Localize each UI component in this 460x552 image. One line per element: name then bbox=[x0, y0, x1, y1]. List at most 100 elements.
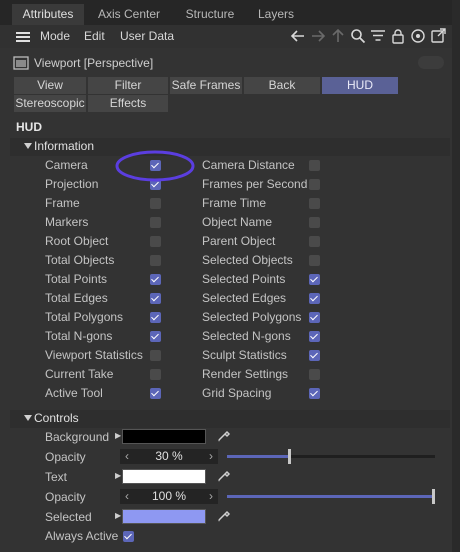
text-label: Text bbox=[45, 470, 68, 484]
forward-arrow-icon[interactable] bbox=[310, 28, 326, 44]
chevron-right-icon[interactable]: ▶ bbox=[115, 431, 121, 440]
tab-axis-center[interactable]: Axis Center bbox=[90, 4, 168, 25]
total-objects-checkbox[interactable] bbox=[150, 255, 161, 266]
hamburger-menu-icon[interactable] bbox=[15, 29, 31, 45]
parent-object-checkbox[interactable] bbox=[309, 236, 320, 247]
render-settings-label: Render Settings bbox=[202, 367, 289, 381]
selected-polygons-label: Selected Polygons bbox=[202, 310, 302, 324]
camera-distance-checkbox[interactable] bbox=[309, 160, 320, 171]
panel-edge bbox=[452, 0, 460, 552]
menu-edit[interactable]: Edit bbox=[84, 29, 105, 43]
always-active-checkbox[interactable] bbox=[123, 531, 134, 542]
selected-edges-label: Selected Edges bbox=[202, 291, 287, 305]
frames-per-second-checkbox[interactable] bbox=[309, 179, 320, 190]
camera-distance-label: Camera Distance bbox=[202, 158, 295, 172]
background-label: Background bbox=[45, 430, 110, 444]
tab-structure[interactable]: Structure bbox=[176, 4, 244, 25]
chevron-right-icon[interactable]: ▶ bbox=[115, 471, 121, 480]
render-settings-checkbox[interactable] bbox=[309, 369, 320, 380]
button-filter[interactable]: Filter bbox=[88, 77, 168, 94]
viewport-statistics-label: Viewport Statistics bbox=[45, 348, 143, 362]
frame-label: Frame bbox=[45, 196, 80, 210]
search-icon[interactable] bbox=[350, 28, 366, 44]
background-color-swatch[interactable] bbox=[122, 429, 206, 444]
up-arrow-icon[interactable] bbox=[330, 28, 346, 44]
grid-spacing-checkbox[interactable] bbox=[309, 388, 320, 399]
opacity-value: 30 % bbox=[155, 449, 183, 463]
total-polygons-label: Total Polygons bbox=[45, 310, 124, 324]
opacity-label: Opacity bbox=[45, 450, 86, 464]
annotation-circle bbox=[115, 150, 195, 182]
total-edges-checkbox[interactable] bbox=[150, 293, 161, 304]
target-icon[interactable] bbox=[410, 28, 426, 44]
frame-checkbox[interactable] bbox=[150, 198, 161, 209]
object-name-checkbox[interactable] bbox=[309, 217, 320, 228]
opacity-value: 100 % bbox=[151, 489, 187, 503]
button-view[interactable]: View bbox=[14, 77, 86, 94]
button-effects[interactable]: Effects bbox=[88, 95, 168, 112]
new-window-icon[interactable] bbox=[430, 28, 446, 44]
button-stereoscopic[interactable]: Stereoscopic bbox=[14, 95, 86, 112]
opacity-slider-handle[interactable] bbox=[432, 489, 435, 504]
opacity-slider-handle[interactable] bbox=[288, 449, 292, 464]
back-arrow-icon[interactable] bbox=[290, 28, 306, 44]
root-object-checkbox[interactable] bbox=[150, 236, 161, 247]
opacity-slider[interactable] bbox=[227, 455, 435, 458]
always-active-label: Always Active bbox=[45, 529, 119, 543]
viewport-title: Viewport [Perspective] bbox=[34, 56, 154, 70]
object-title-row: Viewport [Perspective] bbox=[0, 50, 460, 74]
opacity-field[interactable]: ‹ 100 % › bbox=[120, 489, 218, 504]
text-color-swatch[interactable] bbox=[122, 469, 206, 484]
tab-bar: Attributes Axis Center Structure Layers bbox=[0, 0, 460, 25]
object-name-label: Object Name bbox=[202, 215, 273, 229]
increment-icon[interactable]: › bbox=[209, 449, 213, 464]
selected-edges-checkbox[interactable] bbox=[309, 293, 320, 304]
lock-icon[interactable] bbox=[390, 28, 406, 44]
viewport-statistics-checkbox[interactable] bbox=[150, 350, 161, 361]
increment-icon[interactable]: › bbox=[209, 489, 213, 504]
menu-bar: Mode Edit User Data bbox=[0, 25, 460, 48]
selected-polygons-checkbox[interactable] bbox=[309, 312, 320, 323]
total-edges-label: Total Edges bbox=[45, 291, 108, 305]
toggle-pill[interactable] bbox=[418, 56, 444, 69]
selected-points-label: Selected Points bbox=[202, 272, 286, 286]
expand-triangle-icon[interactable] bbox=[24, 143, 32, 150]
frames-per-second-label: Frames per Second bbox=[202, 177, 308, 191]
root-object-label: Root Object bbox=[45, 234, 109, 248]
frame-time-checkbox[interactable] bbox=[309, 198, 320, 209]
button-back[interactable]: Back bbox=[244, 77, 320, 94]
opacity-label: Opacity bbox=[45, 490, 86, 504]
active-tool-checkbox[interactable] bbox=[150, 388, 161, 399]
current-take-label: Current Take bbox=[45, 367, 114, 381]
selected-label: Selected bbox=[45, 510, 92, 524]
total-n-gons-label: Total N-gons bbox=[45, 329, 113, 343]
filter-icon[interactable] bbox=[370, 28, 386, 44]
chevron-right-icon[interactable]: ▶ bbox=[115, 511, 121, 520]
button-hud[interactable]: HUD bbox=[322, 77, 398, 94]
viewport-icon bbox=[13, 56, 29, 70]
opacity-slider[interactable] bbox=[227, 495, 435, 498]
sculpt-statistics-checkbox[interactable] bbox=[309, 350, 320, 361]
current-take-checkbox[interactable] bbox=[150, 369, 161, 380]
markers-checkbox[interactable] bbox=[150, 217, 161, 228]
total-points-checkbox[interactable] bbox=[150, 274, 161, 285]
total-n-gons-checkbox[interactable] bbox=[150, 331, 161, 342]
selected-color-swatch[interactable] bbox=[122, 509, 206, 524]
eyedropper-icon[interactable] bbox=[217, 508, 231, 522]
eyedropper-icon[interactable] bbox=[217, 468, 231, 482]
eyedropper-icon[interactable] bbox=[217, 428, 231, 442]
selected-n-gons-checkbox[interactable] bbox=[309, 331, 320, 342]
grid-spacing-label: Grid Spacing bbox=[202, 386, 272, 400]
tab-layers[interactable]: Layers bbox=[250, 4, 302, 25]
opacity-field[interactable]: ‹ 30 % › bbox=[120, 449, 218, 464]
selected-objects-checkbox[interactable] bbox=[309, 255, 320, 266]
selected-points-checkbox[interactable] bbox=[309, 274, 320, 285]
button-safe-frames[interactable]: Safe Frames bbox=[170, 77, 242, 94]
sculpt-statistics-label: Sculpt Statistics bbox=[202, 348, 287, 362]
opacity-slider-fill bbox=[227, 495, 435, 498]
menu-user-data[interactable]: User Data bbox=[120, 29, 174, 43]
expand-triangle-icon[interactable] bbox=[24, 415, 32, 422]
menu-mode[interactable]: Mode bbox=[40, 29, 70, 43]
total-polygons-checkbox[interactable] bbox=[150, 312, 161, 323]
tab-attributes[interactable]: Attributes bbox=[12, 4, 84, 25]
